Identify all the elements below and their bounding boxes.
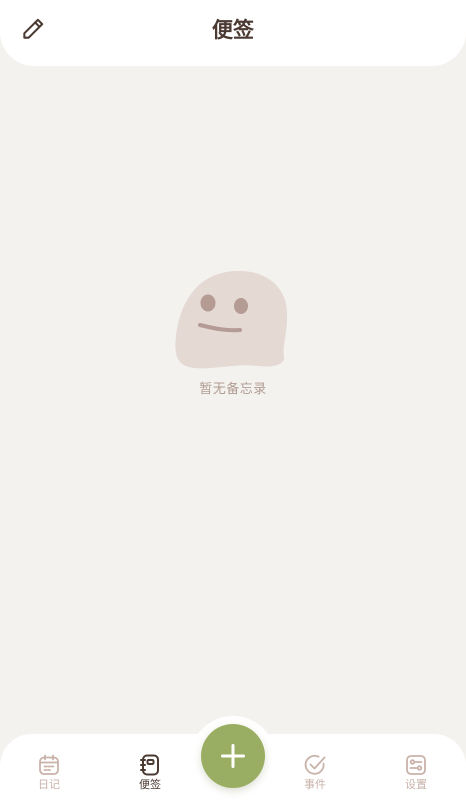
nav-label-diary: 日记 [38,778,60,791]
empty-state-message: 暂无备忘录 [199,382,267,397]
calendar-icon [39,754,59,775]
add-note-button[interactable] [201,724,265,788]
nav-item-notes[interactable]: 便签 [120,752,180,792]
nav-label-notes: 便签 [139,778,161,791]
check-circle-icon [304,754,326,775]
settings-toggle-icon [406,755,426,775]
notebook-icon [140,754,159,776]
nav-item-events[interactable]: 事件 [285,752,345,792]
nav-item-settings[interactable]: 设置 [386,752,446,792]
top-app-bar: 便签 [0,0,466,66]
empty-state: 暂无备忘录 [0,268,466,397]
nav-item-diary[interactable]: 日记 [19,752,79,792]
neutral-face-blob-illustration [175,270,288,369]
plus-icon [220,743,246,769]
nav-label-settings: 设置 [405,778,427,791]
nav-label-events: 事件 [304,778,326,791]
page-title: 便签 [212,18,254,42]
